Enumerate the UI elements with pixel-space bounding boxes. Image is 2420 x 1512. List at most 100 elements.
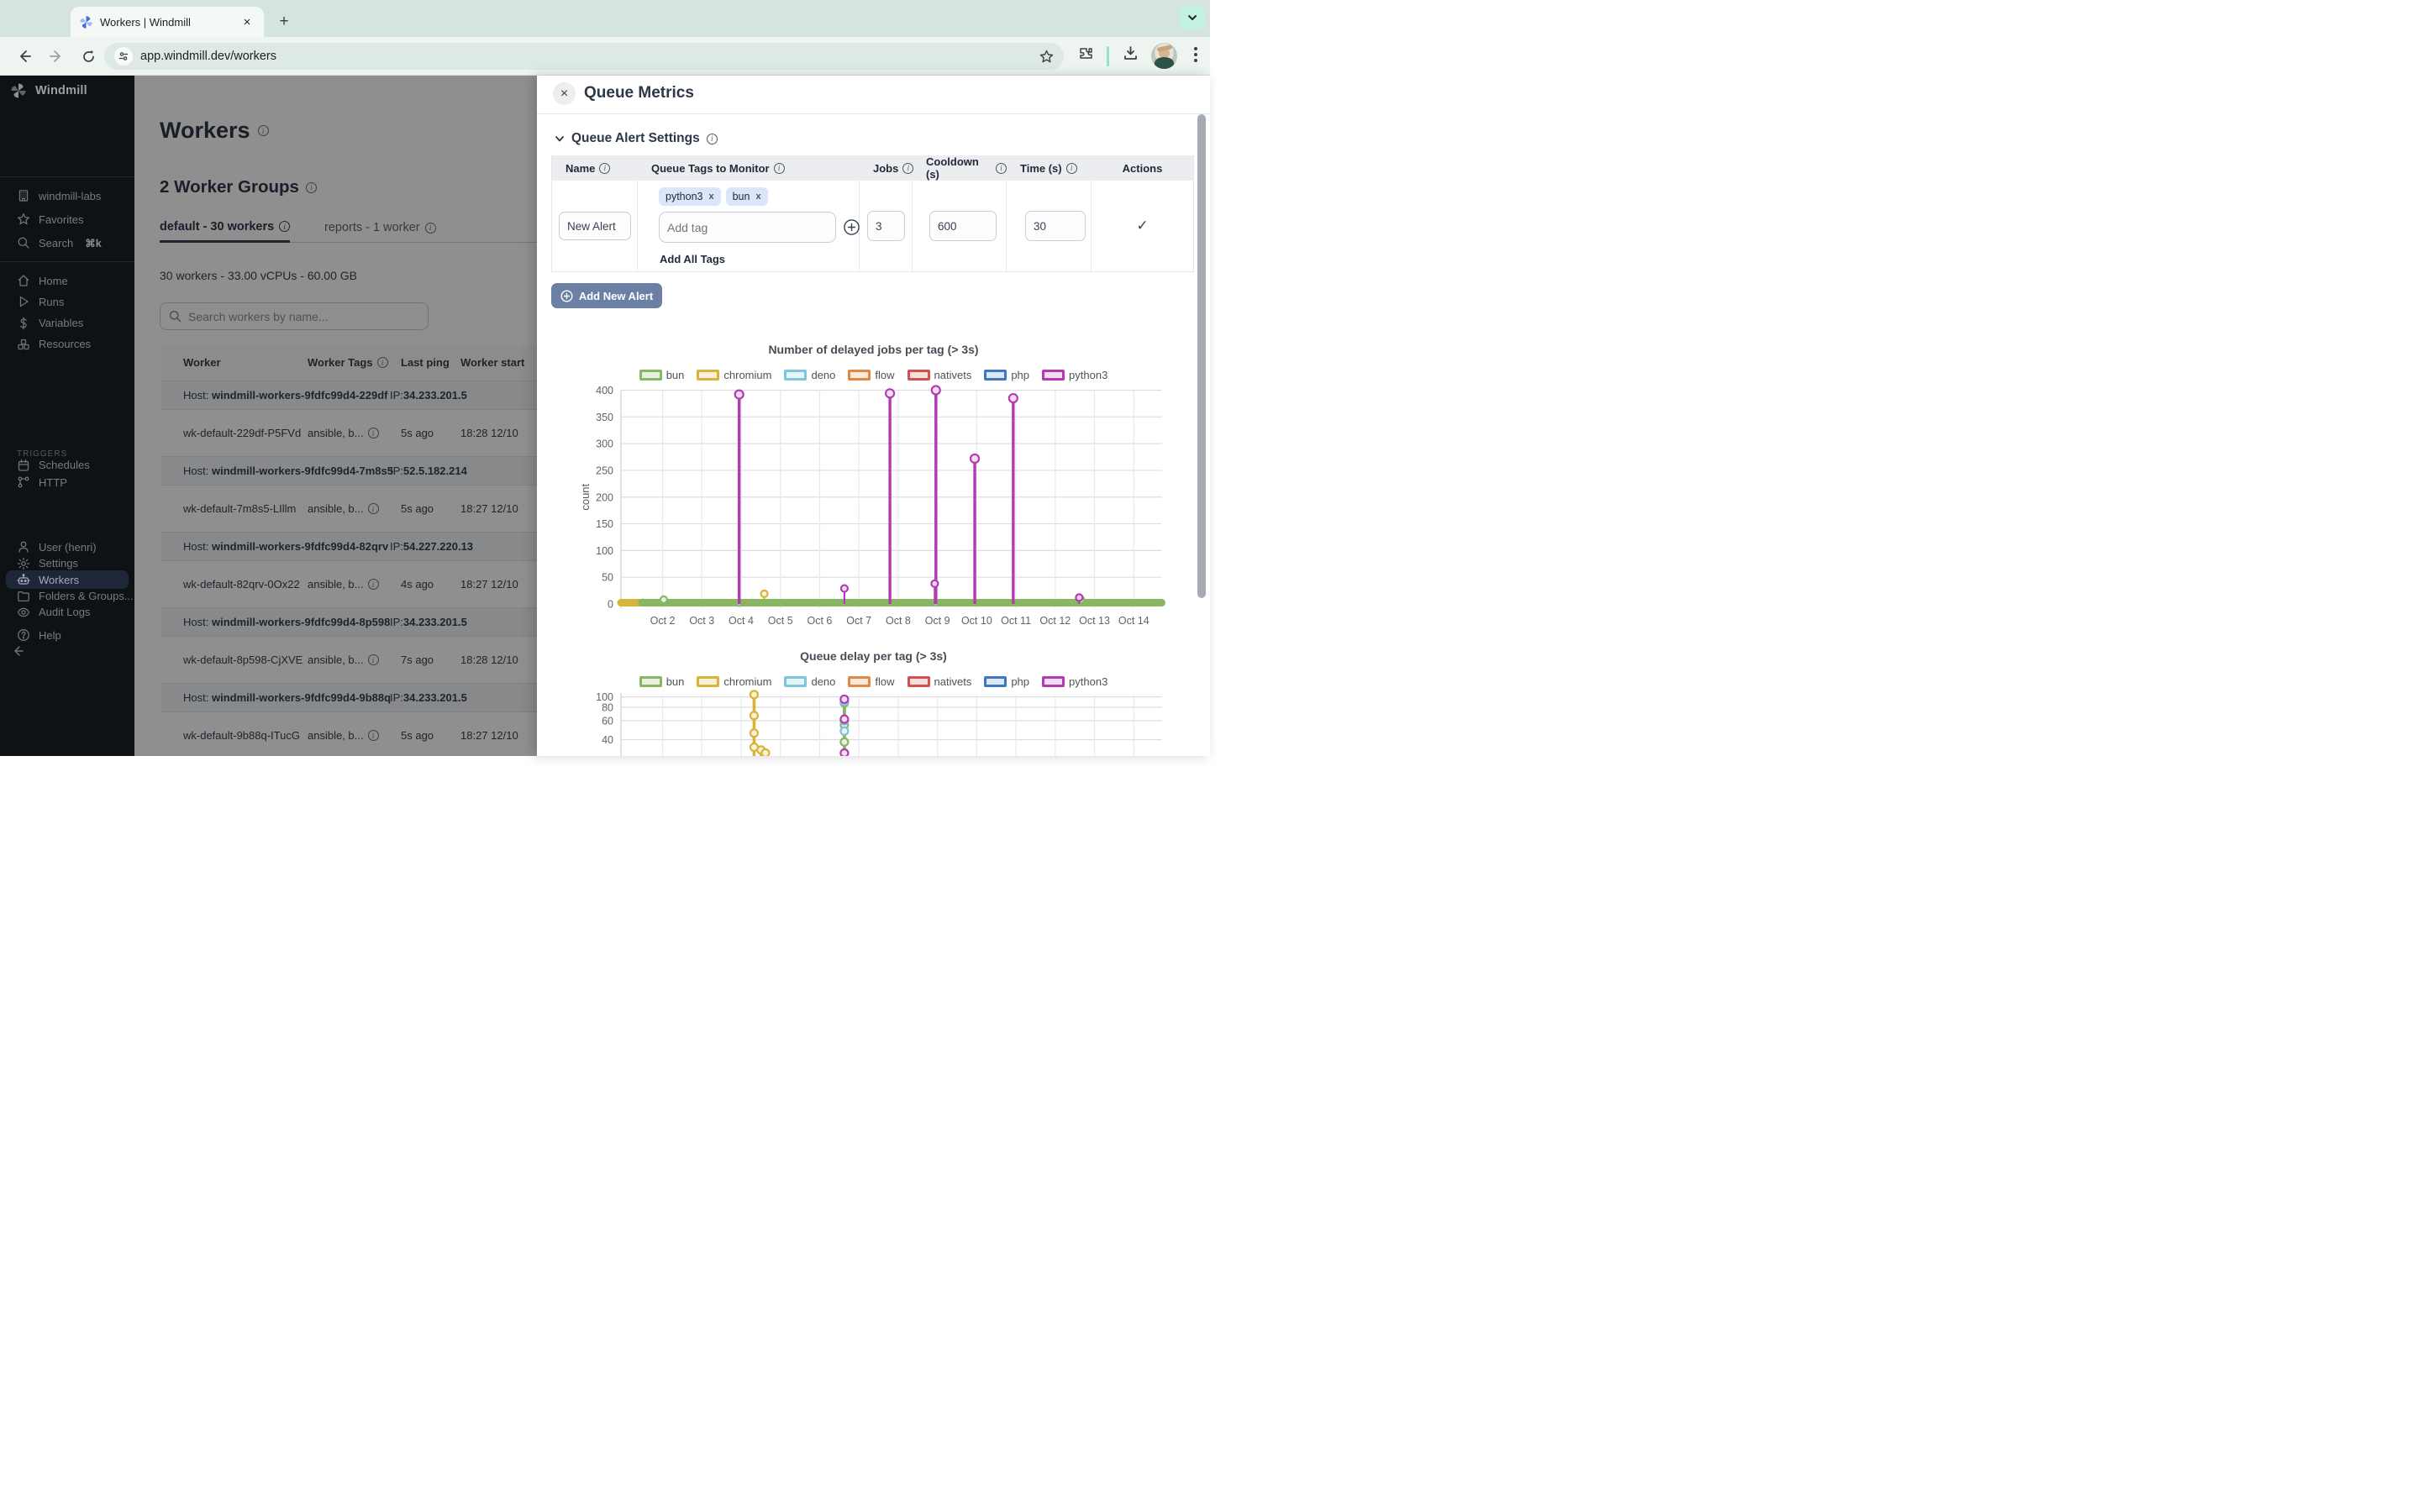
legend-item-python3[interactable]: python3: [1042, 675, 1107, 688]
info-icon[interactable]: i: [599, 163, 610, 174]
alert-cooldown-cell: [913, 181, 1007, 271]
svg-text:Oct 13: Oct 13: [1079, 615, 1110, 627]
svg-text:50: 50: [602, 572, 613, 584]
sidebar-logo[interactable]: Windmill: [0, 78, 134, 103]
legend-item-php[interactable]: php: [984, 675, 1029, 688]
sidebar-item-search[interactable]: Search⌘k: [0, 234, 134, 252]
new-tab-button[interactable]: +: [272, 10, 296, 34]
svg-text:Oct 8: Oct 8: [886, 615, 911, 627]
site-settings-icon[interactable]: [114, 47, 133, 66]
sidebar-item-favorites[interactable]: Favorites: [0, 210, 134, 228]
tab-close-icon[interactable]: ×: [239, 13, 255, 30]
cooldown-input[interactable]: [929, 211, 997, 241]
svg-text:Oct 2: Oct 2: [650, 615, 676, 627]
panel-scrollbar[interactable]: [1197, 114, 1206, 598]
plus-circle-icon: [560, 290, 573, 302]
search-icon: [17, 236, 30, 249]
svg-text:0: 0: [608, 599, 613, 611]
info-icon[interactable]: i: [1066, 163, 1077, 174]
legend-item-chromium[interactable]: chromium: [697, 675, 771, 688]
legend-item-php[interactable]: php: [984, 369, 1029, 381]
help-icon: [17, 628, 30, 642]
chart1-title: Number of delayed jobs per tag (> 3s): [537, 343, 1210, 356]
legend-item-nativets[interactable]: nativets: [908, 369, 972, 381]
close-panel-button[interactable]: ×: [553, 82, 576, 105]
add-new-alert-button[interactable]: Add New Alert: [551, 283, 662, 308]
svg-text:250: 250: [596, 465, 613, 476]
legend-item-chromium[interactable]: chromium: [697, 369, 771, 381]
sidebar-item-http[interactable]: HTTP: [0, 473, 134, 491]
sidebar-item-audit-logs[interactable]: Audit Logs: [0, 603, 134, 622]
calendar-icon: [17, 459, 30, 472]
queue-metrics-panel: 050100150200250300350400Oct 2Oct 3Oct 4O…: [537, 76, 1210, 756]
back-button[interactable]: [12, 44, 37, 69]
svg-text:count: count: [579, 483, 592, 510]
bookmark-star-icon[interactable]: [1039, 50, 1054, 64]
legend-item-python3[interactable]: python3: [1042, 369, 1107, 381]
legend-item-bun[interactable]: bun: [639, 675, 685, 688]
windmill-favicon: [79, 15, 93, 29]
svg-text:Oct 11: Oct 11: [1001, 615, 1031, 627]
sidebar-collapse-button[interactable]: [0, 644, 134, 658]
url-text[interactable]: app.windmill.dev/workers: [140, 50, 276, 63]
legend-item-flow[interactable]: flow: [848, 675, 894, 688]
queue-alert-settings-header[interactable]: Queue Alert Settings i: [555, 131, 718, 146]
sidebar-item-variables[interactable]: Variables: [0, 314, 134, 333]
time-input[interactable]: [1025, 211, 1086, 241]
svg-text:150: 150: [596, 518, 613, 530]
svg-text:Oct 9: Oct 9: [925, 615, 950, 627]
alert-name-input[interactable]: [559, 212, 631, 240]
sidebar-item-windmill-labs[interactable]: windmill-labs: [0, 186, 134, 205]
reload-button[interactable]: [76, 44, 101, 69]
browser-menu-icon[interactable]: [1188, 44, 1203, 66]
legend-item-deno[interactable]: deno: [784, 675, 835, 688]
svg-text:Oct 12: Oct 12: [1039, 615, 1071, 627]
svg-text:Oct 14: Oct 14: [1118, 615, 1150, 627]
tag-pill-python3: python3x: [659, 187, 721, 206]
legend-item-flow[interactable]: flow: [848, 369, 894, 381]
confirm-check-button[interactable]: ✓: [1092, 181, 1193, 271]
info-icon[interactable]: i: [774, 163, 785, 174]
add-tag-plus-icon[interactable]: [843, 218, 860, 236]
panel-title: Queue Metrics: [584, 84, 694, 102]
sidebar-item-help[interactable]: Help: [0, 626, 134, 644]
sidebar: Windmill windmill-labs Favorites Search⌘…: [0, 76, 134, 756]
eye-icon: [17, 606, 30, 619]
svg-text:Oct 6: Oct 6: [808, 615, 833, 627]
browser-tab-strip: Workers | Windmill × +: [0, 0, 1210, 37]
alert-time-cell: [1007, 181, 1092, 271]
alert-col-actions: Actions: [1092, 162, 1193, 175]
alert-col-jobs: Jobs i: [860, 162, 913, 175]
legend-item-deno[interactable]: deno: [784, 369, 835, 381]
sidebar-item-schedules[interactable]: Schedules: [0, 456, 134, 475]
toolbar-separator: [1107, 46, 1109, 66]
extensions-puzzle-icon[interactable]: [1078, 45, 1094, 61]
remove-tag-icon[interactable]: x: [708, 192, 713, 202]
gear-icon: [17, 557, 30, 570]
sidebar-item-resources[interactable]: Resources: [0, 335, 134, 354]
alert-actions-cell: ✓: [1092, 181, 1193, 271]
window-chevron-button[interactable]: [1180, 6, 1205, 29]
add-all-tags-button[interactable]: Add All Tags: [660, 253, 725, 265]
jobs-input[interactable]: [867, 211, 905, 241]
downloads-icon[interactable]: [1123, 45, 1139, 61]
url-bar[interactable]: app.windmill.dev/workers: [104, 43, 1064, 70]
chevron-down-icon: [555, 134, 565, 144]
svg-text:Oct 10: Oct 10: [961, 615, 992, 627]
legend-item-nativets[interactable]: nativets: [908, 675, 972, 688]
browser-tab[interactable]: Workers | Windmill ×: [71, 7, 264, 37]
add-tag-input[interactable]: [659, 212, 836, 243]
chart1-legend: bun chromium deno flow nativets php python3: [537, 369, 1210, 381]
info-icon[interactable]: i: [996, 163, 1007, 174]
avatar[interactable]: [1151, 43, 1177, 69]
sidebar-logo-text: Windmill: [35, 84, 87, 97]
route-icon: [17, 475, 30, 489]
info-icon[interactable]: i: [707, 134, 718, 144]
alert-col-cooldown-s-: Cooldown (s) i: [913, 155, 1007, 181]
remove-tag-icon[interactable]: x: [755, 192, 760, 202]
sidebar-item-runs[interactable]: Runs: [0, 292, 134, 311]
alert-settings-table: Name iQueue Tags to Monitor iJobs iCoold…: [551, 155, 1194, 272]
legend-item-bun[interactable]: bun: [639, 369, 685, 381]
sidebar-item-home[interactable]: Home: [0, 271, 134, 290]
forward-button[interactable]: [44, 44, 69, 69]
